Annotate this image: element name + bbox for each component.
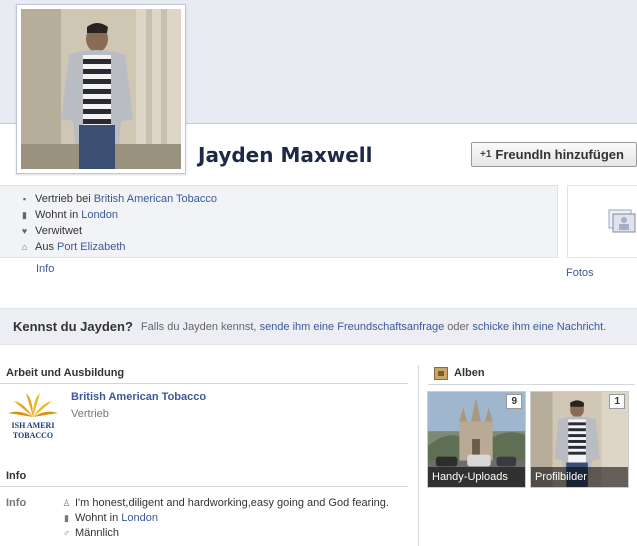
tab-photos[interactable]: Fotos [566,267,594,279]
briefcase-icon: ▪ [22,193,27,204]
column-divider [418,365,419,546]
album-caption: Handy-Uploads [428,467,525,487]
albums-title: Alben [454,367,485,379]
divider [0,383,408,384]
photos-stack-icon [608,209,636,233]
photos-thumbnail-box[interactable] [567,185,637,258]
person-icon: ♙ [62,497,71,508]
album-caption: Profilbilder [531,467,628,487]
know-user-bar: Kennst du Jayden? Falls du Jayden kennst… [0,308,637,345]
album-handy-uploads[interactable]: 9 Handy-Uploads [427,391,526,488]
info-row-lives: ▮ Wohnt in London [20,209,118,221]
info-section-title: Info [6,470,27,482]
tobacco-leaf-logo-icon: ISH AMERI TOBACCO [8,393,58,440]
work-education-title: Arbeit und Ausbildung [6,367,125,379]
from-link[interactable]: Port Elizabeth [57,241,125,253]
lives-link[interactable]: London [81,209,118,221]
profile-name: Jayden Maxwell [198,143,373,167]
gender-row: ♂ Männlich [63,527,120,539]
albums-icon [434,367,448,380]
album-count-badge: 1 [609,394,625,409]
building-icon: ▮ [22,209,27,220]
svg-text:ISH AMERI: ISH AMERI [12,421,55,430]
building-icon: ▮ [64,512,69,523]
add-friend-icon: +1 [480,149,492,160]
divider [0,486,408,487]
send-friend-request-link[interactable]: sende ihm eine Freundschaftsanfrage [260,321,445,333]
info-row-from: ⌂ Aus Port Elizabeth [21,241,126,253]
add-friend-label: FreundIn hinzufügen [495,147,624,162]
info-label: Info [6,497,27,509]
lives-row: ▮ Wohnt in London [62,512,158,524]
album-count-badge: 9 [506,394,522,409]
work-link[interactable]: British American Tobacco [94,193,217,205]
home-icon: ⌂ [21,241,28,252]
profile-picture[interactable] [16,4,186,174]
tab-info[interactable]: Info [36,263,54,275]
male-icon: ♂ [63,528,70,538]
add-friend-button[interactable]: +1 FreundIn hinzufügen [471,142,637,167]
employer-logo[interactable]: ISH AMERI TOBACCO [6,387,60,441]
employer-role: Vertrieb [71,408,109,420]
divider [428,384,635,385]
album-profilbilder[interactable]: 1 Profilbilder [530,391,629,488]
info-row-relationship: ♥ Verwitwet [21,225,83,237]
lives-london-link[interactable]: London [121,512,158,524]
about-row: ♙ I'm honest,diligent and hardworking,ea… [62,497,389,509]
heart-icon: ♥ [21,225,28,236]
employer-name-link[interactable]: British American Tobacco [71,391,206,403]
info-row-work: ▪ Vertrieb bei British American Tobacco [20,193,217,205]
know-title: Kennst du Jayden? [13,319,133,334]
send-message-link[interactable]: schicke ihm eine Nachricht [472,321,603,333]
profile-photo-image [21,9,181,169]
svg-text:TOBACCO: TOBACCO [13,431,53,440]
